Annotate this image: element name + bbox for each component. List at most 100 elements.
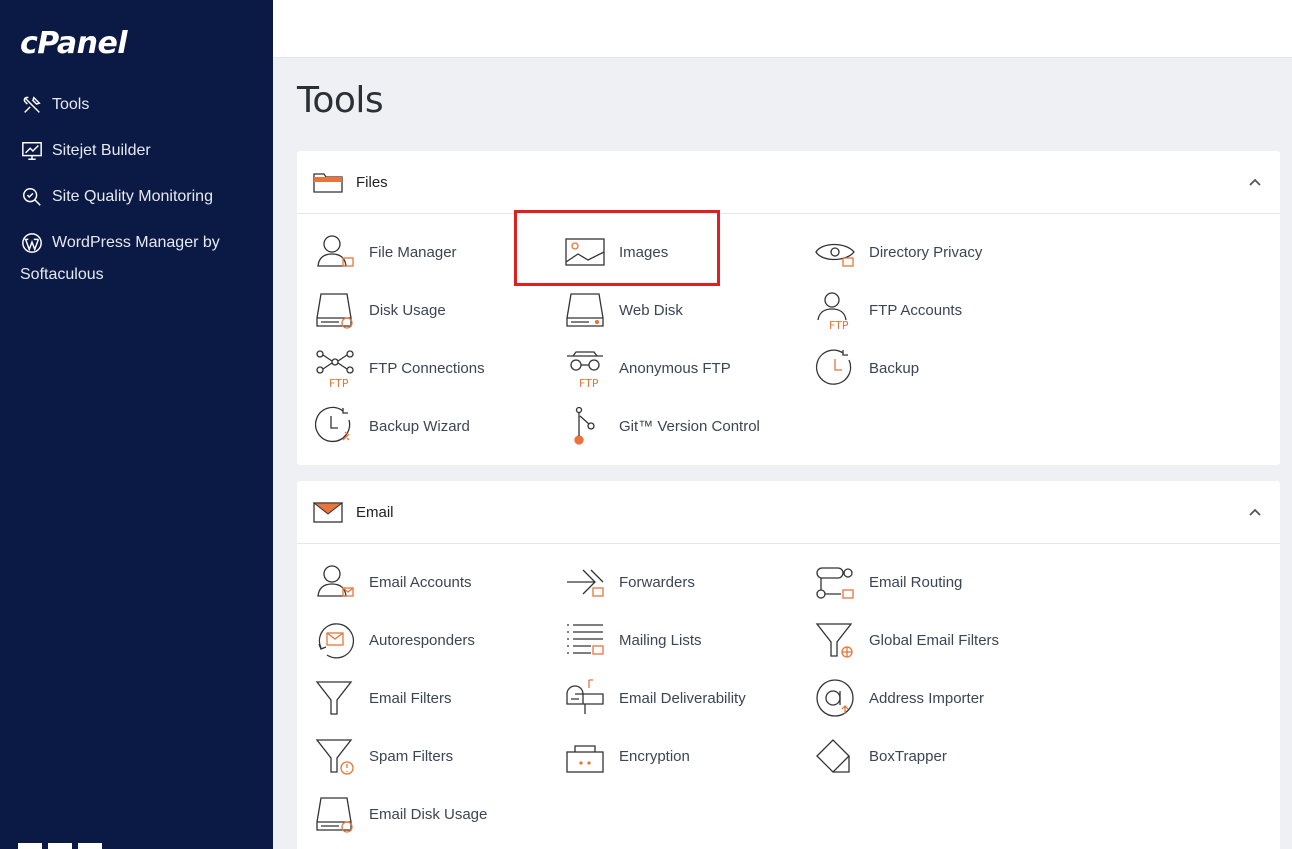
anonymous-ftp-icon: FTP — [565, 348, 605, 388]
git-icon — [565, 406, 605, 446]
tool-global-email-filters[interactable]: Global Email Filters — [815, 620, 999, 660]
svg-text:FTP: FTP — [329, 377, 349, 388]
mailing-lists-icon — [565, 620, 605, 660]
email-accounts-icon — [315, 562, 355, 602]
tools-icon — [20, 93, 44, 117]
tool-label: Encryption — [619, 747, 690, 765]
tool-encryption[interactable]: Encryption — [565, 736, 690, 776]
tool-directory-privacy[interactable]: Directory Privacy — [815, 232, 982, 272]
tool-backup-wizard[interactable]: Backup Wizard — [315, 406, 470, 446]
tool-label: Backup — [869, 359, 920, 377]
svg-text:FTP: FTP — [579, 377, 599, 388]
page-title: Tools — [297, 80, 384, 121]
spam-filters-icon — [315, 736, 355, 776]
sidebar: cPanel Tools Sitejet Builder Site Qualit… — [0, 0, 273, 849]
tool-boxtrapper[interactable]: BoxTrapper — [815, 736, 947, 776]
encryption-icon — [565, 736, 605, 776]
sidebar-item-sitejet[interactable]: Sitejet Builder — [20, 135, 151, 167]
tool-git[interactable]: Git™ Version Control — [565, 406, 760, 446]
tool-label: Mailing Lists — [619, 631, 702, 649]
svg-text:FTP: FTP — [829, 319, 849, 330]
sidebar-item-label: Tools — [52, 96, 90, 113]
sidebar-item-wordpress[interactable]: WordPress Manager by Softaculous — [20, 227, 260, 291]
files-panel: Files File Manager Images Directory Priv… — [297, 151, 1280, 465]
sidebar-item-label: Site Quality Monitoring — [52, 188, 213, 205]
tool-label: Backup Wizard — [369, 417, 470, 435]
tool-label: Directory Privacy — [869, 243, 983, 261]
top-bar — [273, 0, 1292, 58]
sidebar-item-label: WordPress Manager by — [52, 234, 220, 251]
file-manager-icon — [315, 232, 355, 272]
email-disk-usage-icon — [315, 794, 355, 834]
boxtrapper-icon — [815, 736, 855, 776]
email-filters-icon — [315, 678, 355, 718]
tool-label: Address Importer — [869, 689, 985, 707]
tool-spam-filters[interactable]: Spam Filters — [315, 736, 453, 776]
tool-label: File Manager — [369, 243, 457, 261]
global-email-filters-icon — [815, 620, 855, 660]
tool-file-manager[interactable]: File Manager — [315, 232, 457, 272]
tool-label: Email Accounts — [369, 573, 472, 591]
cpanel-logo[interactable]: cPanel — [20, 26, 128, 61]
forwarders-icon — [565, 562, 605, 602]
tool-ftp-accounts[interactable]: FTP FTP Accounts — [815, 290, 962, 330]
tool-label: Images — [619, 243, 669, 261]
tool-label: Git™ Version Control — [619, 417, 760, 435]
web-disk-icon — [565, 290, 605, 330]
sidebar-item-site-quality[interactable]: Site Quality Monitoring — [20, 181, 213, 213]
magnifier-icon — [20, 185, 44, 209]
tool-autoresponders[interactable]: Autoresponders — [315, 620, 475, 660]
images-icon — [565, 232, 605, 272]
tool-email-deliverability[interactable]: Email Deliverability — [565, 678, 746, 718]
tool-label: Email Filters — [369, 689, 452, 707]
tool-label: Email Routing — [869, 573, 963, 591]
section-title: Files — [356, 173, 388, 191]
directory-privacy-icon — [815, 232, 855, 272]
email-panel: Email Email Accounts Forwarders Email Ro… — [297, 481, 1280, 849]
tool-ftp-connections[interactable]: FTP FTP Connections — [315, 348, 485, 388]
tool-label: Email Deliverability — [619, 689, 746, 707]
tool-disk-usage[interactable]: Disk Usage — [315, 290, 446, 330]
address-importer-icon — [815, 678, 855, 718]
folder-icon — [313, 171, 343, 193]
tool-anonymous-ftp[interactable]: FTP Anonymous FTP — [565, 348, 731, 388]
backup-icon — [815, 348, 855, 388]
tool-email-routing[interactable]: Email Routing — [815, 562, 962, 602]
chevron-up-icon[interactable] — [1248, 505, 1262, 519]
tool-label: FTP Accounts — [869, 301, 963, 319]
ftp-connections-icon: FTP — [315, 348, 355, 388]
tool-label: Spam Filters — [369, 747, 454, 765]
tool-address-importer[interactable]: Address Importer — [815, 678, 984, 718]
monitor-icon — [20, 139, 44, 163]
email-panel-header[interactable]: Email — [297, 481, 1280, 544]
sidebar-item-tools[interactable]: Tools — [20, 89, 89, 121]
tool-web-disk[interactable]: Web Disk — [565, 290, 683, 330]
envelope-icon — [313, 501, 343, 523]
tool-label: Disk Usage — [369, 301, 446, 319]
tool-email-filters[interactable]: Email Filters — [315, 678, 452, 718]
sidebar-item-label-line2: Softaculous — [20, 266, 104, 283]
tool-label: BoxTrapper — [869, 747, 947, 765]
tool-backup[interactable]: Backup — [815, 348, 919, 388]
tool-label: Email Disk Usage — [369, 805, 488, 823]
tool-label: FTP Connections — [369, 359, 485, 377]
tool-label: Forwarders — [619, 573, 695, 591]
files-panel-header[interactable]: Files — [297, 151, 1280, 214]
sidebar-item-label: Sitejet Builder — [52, 142, 151, 159]
tool-email-disk-usage[interactable]: Email Disk Usage — [315, 794, 487, 834]
autoresponders-icon — [315, 620, 355, 660]
tool-label: Global Email Filters — [869, 631, 1000, 649]
disk-usage-icon — [315, 290, 355, 330]
chevron-up-icon[interactable] — [1248, 175, 1262, 189]
wordpress-icon — [20, 231, 44, 255]
sidebar-footer-marks — [18, 843, 102, 849]
tool-label: Autoresponders — [369, 631, 475, 649]
ftp-accounts-icon: FTP — [815, 290, 855, 330]
tool-mailing-lists[interactable]: Mailing Lists — [565, 620, 702, 660]
tool-images[interactable]: Images — [565, 232, 668, 272]
email-routing-icon — [815, 562, 855, 602]
tool-email-accounts[interactable]: Email Accounts — [315, 562, 472, 602]
tool-label: Web Disk — [619, 301, 683, 319]
tool-label: Anonymous FTP — [619, 359, 731, 377]
tool-forwarders[interactable]: Forwarders — [565, 562, 695, 602]
